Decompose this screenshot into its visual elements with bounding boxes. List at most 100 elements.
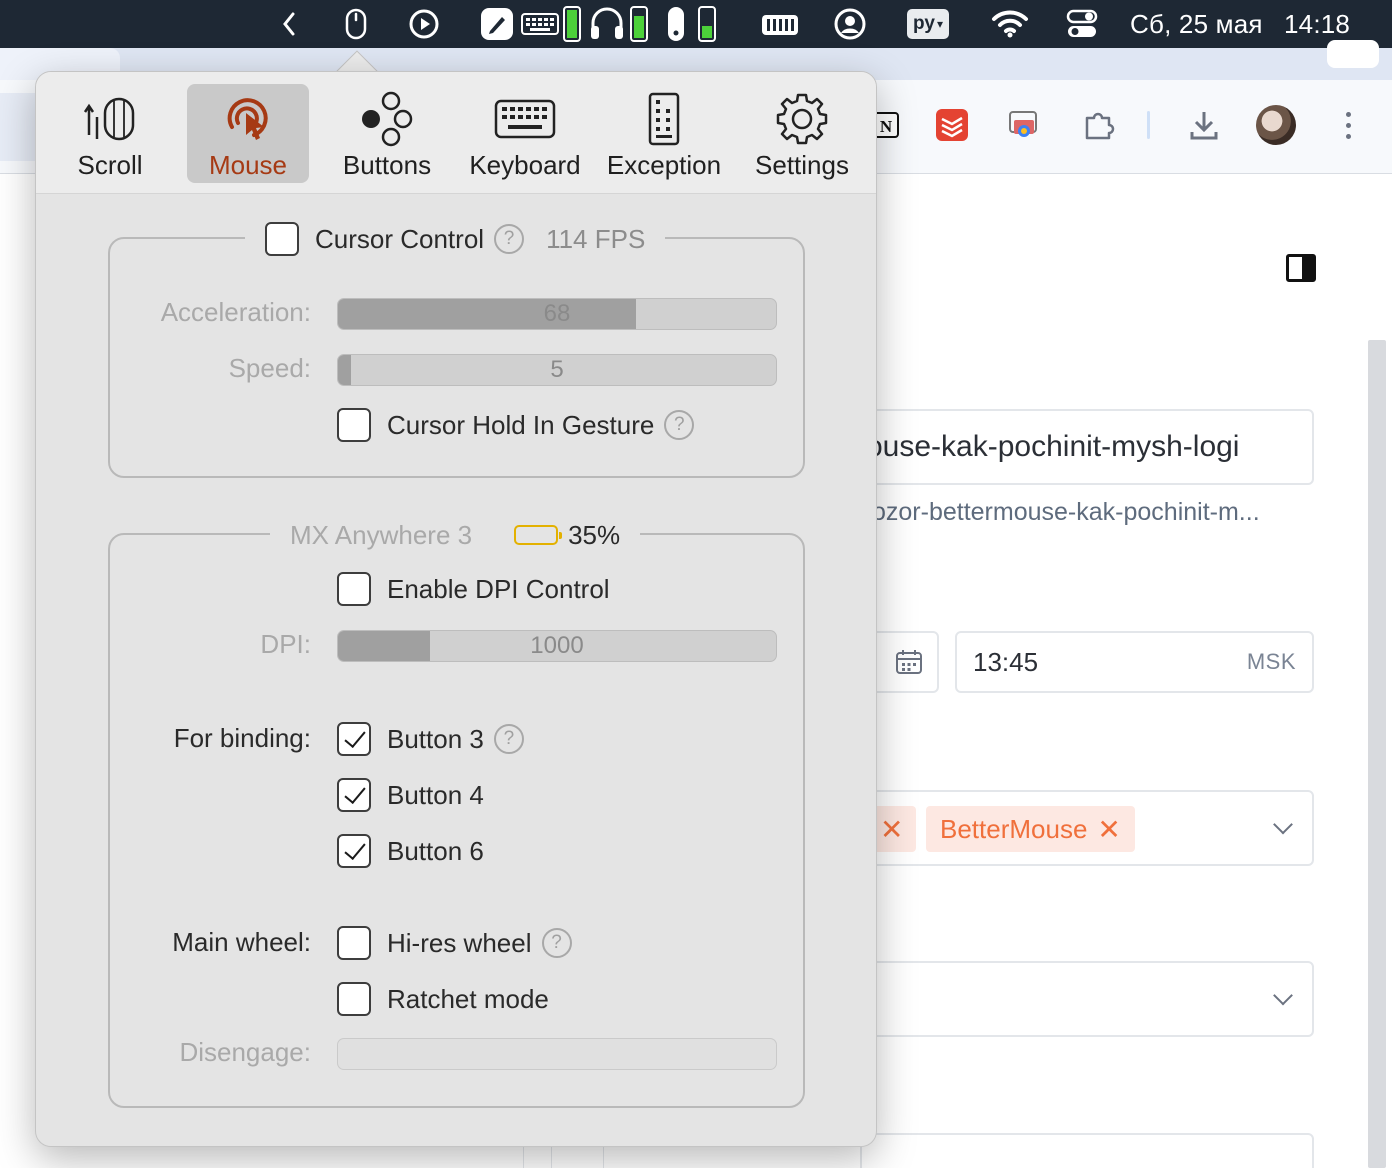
mouse-small-icon[interactable]	[664, 0, 688, 48]
dpi-control-checkbox[interactable]	[337, 572, 371, 606]
tab-scroll[interactable]: Scroll	[49, 84, 171, 183]
exception-icon	[632, 90, 696, 148]
speed-label: Speed:	[228, 353, 311, 383]
form-field[interactable]	[860, 1133, 1314, 1168]
time-zone: MSK	[1246, 649, 1296, 674]
tags-select[interactable]: ✕ BetterMouse ✕	[860, 790, 1314, 866]
time-value: 13:45	[973, 646, 1039, 677]
button6-checkbox[interactable]	[337, 834, 371, 868]
tab-mouse[interactable]: Mouse	[187, 84, 309, 183]
dpi-value: 1000	[530, 632, 584, 659]
screenshot-icon[interactable]	[1001, 100, 1045, 150]
language-label: ру	[913, 13, 935, 34]
slug-input[interactable]: ouse-kak-pochinit-mysh-logi	[860, 409, 1314, 485]
main-wheel-label: Main wheel:	[172, 927, 311, 957]
more-icon[interactable]	[1338, 108, 1358, 144]
chevron-left-icon[interactable]	[276, 0, 302, 48]
pen-app-icon[interactable]	[478, 0, 516, 48]
menu-bar: ру ▾ Сб, 25 мая 14:18	[0, 0, 1392, 48]
tab-exception[interactable]: Exception	[603, 84, 725, 183]
remove-tag-icon[interactable]: ✕	[1097, 813, 1120, 846]
calendar-icon[interactable]	[895, 648, 923, 676]
speed-slider[interactable]: 5	[337, 354, 777, 386]
keyboard-icon[interactable]	[520, 0, 560, 48]
binding-row: Button 4	[337, 778, 484, 812]
time-input[interactable]: 13:45 MSK	[955, 631, 1314, 693]
battery-green-icon	[696, 0, 718, 48]
dpi-slider[interactable]: 1000	[337, 630, 777, 662]
tab-label: Exception	[606, 150, 722, 180]
tag-chip: BetterMouse ✕	[926, 806, 1135, 852]
tab-label: Scroll	[77, 150, 143, 180]
fps-readout: 114 FPS	[546, 223, 646, 254]
cursor-control-header: Cursor Control ? 114 FPS	[245, 217, 666, 261]
popover-arrow	[334, 49, 378, 71]
help-icon[interactable]: ?	[494, 224, 525, 254]
scroll-icon	[78, 90, 142, 148]
help-icon[interactable]: ?	[664, 410, 695, 440]
download-icon[interactable]	[1182, 100, 1226, 150]
ratchet-row: Ratchet mode	[337, 982, 549, 1016]
acceleration-slider[interactable]: 68	[337, 298, 777, 330]
ratchet-mode-label: Ratchet mode	[387, 983, 549, 1014]
bettermouse-popover: Scroll Mouse Buttons Keyboard Exception	[35, 71, 877, 1147]
avatar[interactable]	[1256, 105, 1296, 145]
tab-keyboard[interactable]: Keyboard	[464, 84, 586, 183]
hires-row: Hi-res wheel ?	[337, 926, 572, 960]
sidebar-toggle-icon[interactable]	[1286, 254, 1316, 282]
remove-tag-icon[interactable]: ✕	[880, 813, 903, 846]
button3-label: Button 3	[387, 723, 484, 754]
cursor-control-checkbox[interactable]	[265, 222, 299, 256]
svg-text:N: N	[880, 117, 893, 136]
control-center-icon[interactable]	[1064, 0, 1100, 48]
button4-label: Button 4	[387, 779, 484, 810]
tag-label: BetterMouse	[940, 813, 1088, 844]
ratchet-mode-checkbox[interactable]	[337, 982, 371, 1016]
device-group: MX Anywhere 3 35% Enable DPI Control DPI…	[108, 513, 805, 1108]
tab-search-button[interactable]	[1327, 40, 1379, 68]
tab-label: Mouse	[208, 150, 288, 180]
preferences-toolbar: Scroll Mouse Buttons Keyboard Exception	[36, 72, 876, 194]
wifi-icon[interactable]	[990, 0, 1030, 48]
buttons-icon	[355, 90, 419, 148]
headphones-icon[interactable]	[588, 0, 626, 48]
user-icon[interactable]	[832, 0, 868, 48]
category-select[interactable]	[860, 961, 1314, 1037]
page-scrollbar[interactable]	[1368, 340, 1386, 1168]
memory-icon[interactable]	[760, 0, 800, 48]
tab-buttons[interactable]: Buttons	[326, 84, 448, 183]
acceleration-value: 68	[543, 300, 571, 327]
play-icon[interactable]	[406, 0, 442, 48]
tab-label: Keyboard	[469, 150, 581, 180]
speed-value: 5	[550, 356, 564, 383]
chevron-down-icon[interactable]	[1273, 985, 1293, 1006]
device-name: MX Anywhere 3	[290, 519, 473, 550]
battery-indicator: 35%	[514, 520, 620, 551]
keyboard-icon	[493, 90, 557, 148]
chevron-down-icon[interactable]	[1273, 814, 1293, 835]
help-icon[interactable]: ?	[541, 928, 572, 958]
mouse-icon[interactable]	[340, 0, 372, 48]
hires-wheel-label: Hi-res wheel	[387, 927, 532, 958]
disengage-slider[interactable]	[337, 1038, 777, 1070]
button3-checkbox[interactable]	[337, 722, 371, 756]
button4-checkbox[interactable]	[337, 778, 371, 812]
help-icon[interactable]: ?	[493, 724, 524, 754]
binding-label: For binding:	[173, 723, 311, 753]
todoist-icon[interactable]	[930, 100, 974, 150]
mouse-cursor-icon	[216, 90, 280, 148]
menubar-date[interactable]: Сб, 25 мая	[1130, 0, 1270, 48]
slug-hint[interactable]: ozor-bettermouse-kak-pochinit-m...	[872, 498, 1260, 527]
disengage-label: Disengage:	[179, 1037, 311, 1067]
button6-label: Button 6	[387, 835, 484, 866]
slug-value: ouse-kak-pochinit-mysh-logi	[866, 430, 1240, 463]
cursor-hold-checkbox[interactable]	[337, 408, 371, 442]
tab-settings[interactable]: Settings	[741, 84, 863, 183]
hires-wheel-checkbox[interactable]	[337, 926, 371, 960]
device-header: MX Anywhere 3 35%	[270, 513, 641, 557]
extensions-icon[interactable]	[1076, 100, 1120, 150]
language-indicator[interactable]: ру ▾	[907, 9, 949, 39]
language-icon[interactable]: ру ▾	[904, 0, 952, 48]
binding-row: Button 6	[337, 834, 484, 868]
cursor-hold-row: Cursor Hold In Gesture ?	[337, 408, 695, 442]
